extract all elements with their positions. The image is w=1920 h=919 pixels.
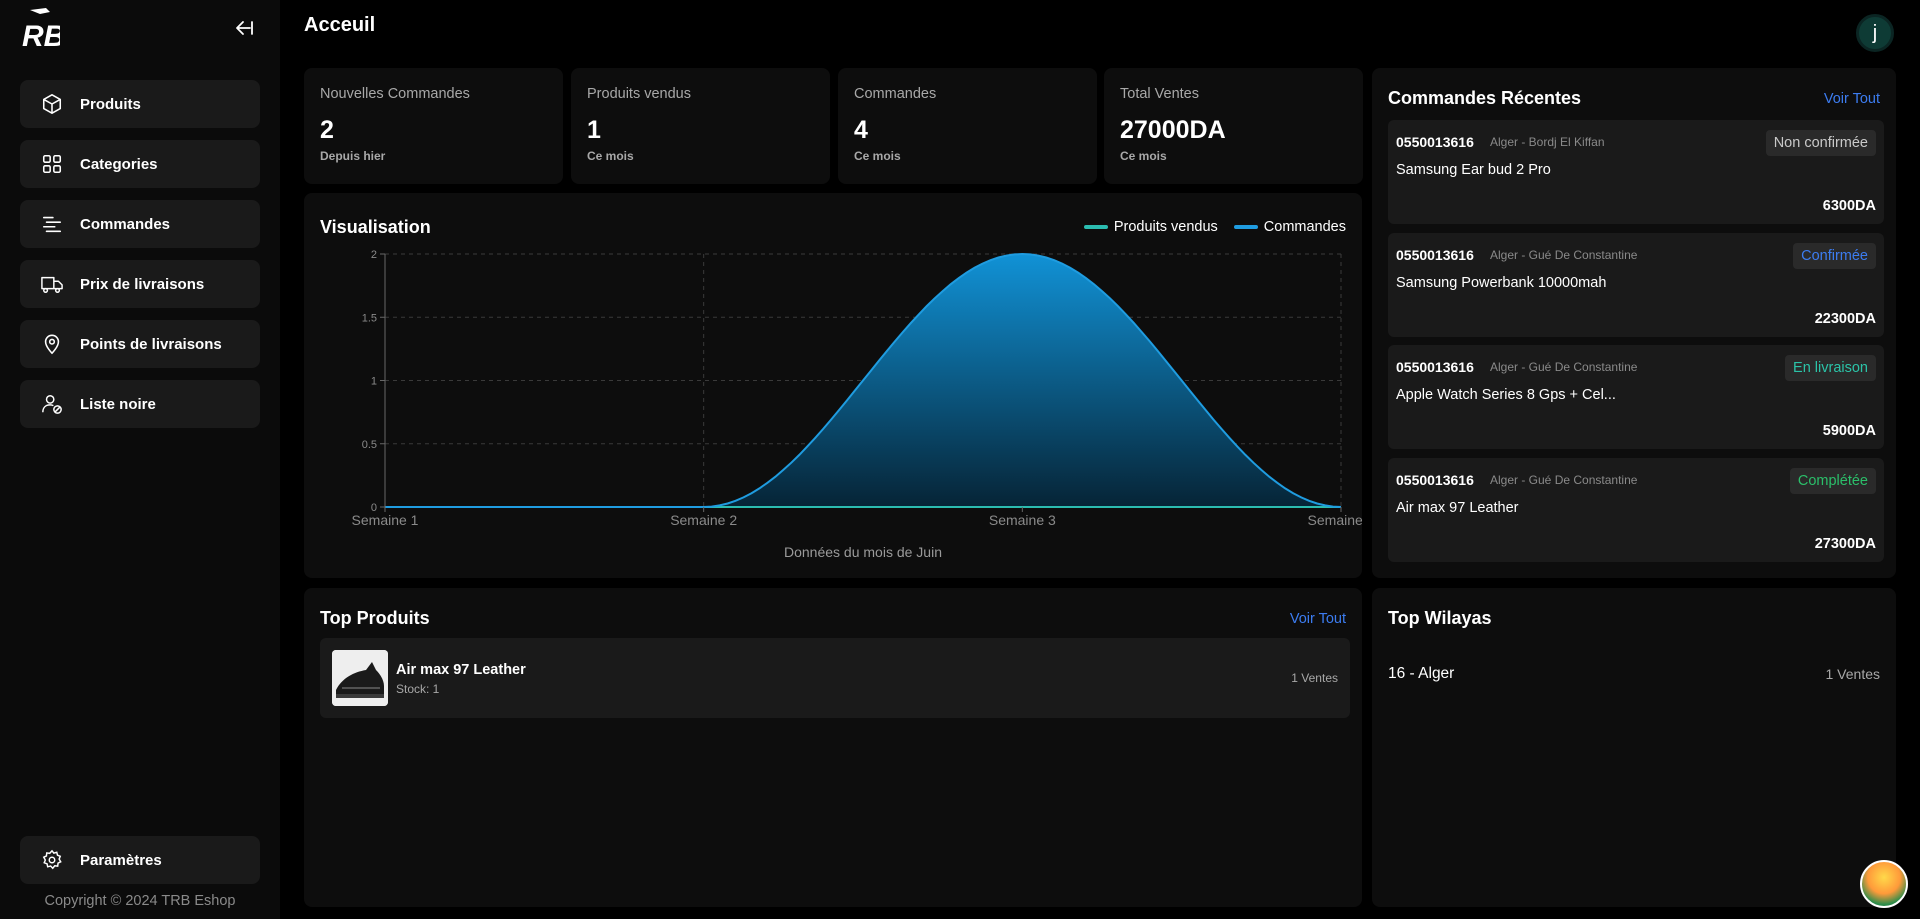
- logo[interactable]: RB: [20, 6, 65, 53]
- stat-title: Total Ventes: [1120, 86, 1199, 102]
- top-wilayas-title: Top Wilayas: [1388, 608, 1492, 628]
- list-icon: [40, 212, 64, 236]
- avatar[interactable]: j: [1856, 14, 1894, 52]
- box-icon: [40, 92, 64, 116]
- product-thumbnail: [332, 650, 388, 706]
- status-badge: Complétée: [1789, 468, 1876, 494]
- x-axis-title: Données du mois de Juin: [784, 544, 942, 560]
- sidebar-item-points-livraisons[interactable]: Points de livraisons: [20, 320, 260, 368]
- top-products-title: Top Produits: [320, 608, 430, 628]
- y-tick-label: 1: [371, 376, 377, 388]
- sidebar-nav: Produits Categories Commandes Prix de li…: [20, 80, 260, 440]
- y-tick-label: 0.5: [362, 439, 377, 451]
- product-row[interactable]: Air max 97 Leather Stock: 1 1 Ventes: [320, 638, 1350, 718]
- stat-value: 1: [587, 116, 601, 144]
- sidebar-item-produits[interactable]: Produits: [20, 80, 260, 128]
- order-product: Samsung Ear bud 2 Pro: [1396, 162, 1551, 178]
- order-location: Alger - Gué De Constantine: [1490, 473, 1638, 487]
- order-price: 22300DA: [1814, 311, 1876, 327]
- recent-orders-see-all-link[interactable]: Voir Tout: [1824, 91, 1880, 107]
- y-tick-label: 2: [371, 249, 377, 261]
- order-phone: 0550013616: [1396, 359, 1474, 375]
- stat-subtitle: Depuis hier: [320, 149, 386, 163]
- visualisation-panel: Visualisation Produits vendus Commandes …: [304, 193, 1362, 578]
- y-tick-label: 1.5: [362, 312, 377, 324]
- sidebar-item-label: Prix de livraisons: [80, 275, 205, 293]
- order-card[interactable]: 0550013616 Alger - Gué De Constantine Co…: [1388, 458, 1884, 562]
- stat-subtitle: Ce mois: [1120, 149, 1167, 163]
- order-location: Alger - Bordj El Kiffan: [1490, 135, 1605, 149]
- order-product: Apple Watch Series 8 Gps + Cel...: [1396, 387, 1616, 403]
- x-tick-label: Semaine 1: [352, 512, 419, 528]
- collapse-arrow-icon: [236, 21, 253, 35]
- stat-value: 4: [854, 116, 868, 144]
- sidebar-item-label: Produits: [80, 95, 141, 113]
- order-price: 5900DA: [1822, 423, 1876, 439]
- sidebar-item-commandes[interactable]: Commandes: [20, 200, 260, 248]
- order-phone: 0550013616: [1396, 472, 1474, 488]
- settings-section: Paramètres: [20, 836, 260, 896]
- stat-card-commandes: Commandes 4 Ce mois: [838, 68, 1097, 184]
- order-card[interactable]: 0550013616 Alger - Bordj El Kiffan Non c…: [1388, 120, 1884, 224]
- stat-subtitle: Ce mois: [854, 149, 901, 163]
- stat-title: Produits vendus: [587, 86, 691, 102]
- order-location: Alger - Gué De Constantine: [1490, 248, 1638, 262]
- stat-value: 2: [320, 116, 334, 144]
- gear-icon: [40, 848, 64, 872]
- order-price: 6300DA: [1822, 198, 1876, 214]
- order-location: Alger - Gué De Constantine: [1490, 360, 1638, 374]
- product-name: Air max 97 Leather: [396, 662, 526, 678]
- map-pin-icon: [40, 332, 64, 356]
- truck-icon: [40, 272, 64, 296]
- copyright: Copyright © 2024 TRB Eshop: [44, 893, 236, 909]
- sidebar-item-categories[interactable]: Categories: [20, 140, 260, 188]
- wilaya-name: 16 - Alger: [1388, 665, 1455, 682]
- x-tick-label: Semaine 3: [989, 512, 1056, 528]
- sidebar-item-label: Paramètres: [80, 851, 162, 869]
- order-phone: 0550013616: [1396, 134, 1474, 150]
- order-price: 27300DA: [1814, 536, 1876, 552]
- stat-subtitle: Ce mois: [587, 149, 634, 163]
- stat-title: Nouvelles Commandes: [320, 86, 470, 102]
- sidebar-item-parametres[interactable]: Paramètres: [20, 836, 260, 884]
- floating-assistant-button[interactable]: [1860, 860, 1908, 908]
- stat-card-nouvelles-commandes: Nouvelles Commandes 2 Depuis hier: [304, 68, 563, 184]
- order-card[interactable]: 0550013616 Alger - Gué De Constantine Co…: [1388, 233, 1884, 337]
- stat-card-produits-vendus: Produits vendus 1 Ce mois: [571, 68, 830, 184]
- user-blocked-icon: [40, 392, 64, 416]
- order-product: Air max 97 Leather: [1396, 500, 1519, 516]
- page-title: Acceuil: [304, 14, 376, 36]
- wilaya-sales: 1 Ventes: [1825, 666, 1881, 682]
- area-chart: 00.511.52Semaine 1 Semaine 2 Semaine 3 Sema…: [352, 249, 1362, 560]
- sidebar-item-label: Commandes: [80, 215, 171, 233]
- top-products-panel: Top Produits Voir Tout Air max 97 Leathe…: [304, 588, 1362, 907]
- grid-icon: [40, 152, 64, 176]
- sidebar-item-prix-livraisons[interactable]: Prix de livraisons: [20, 260, 260, 308]
- order-phone: 0550013616: [1396, 247, 1474, 263]
- product-sales: 1 Ventes: [1291, 671, 1338, 685]
- sidebar-item-label: Points de livraisons: [80, 335, 222, 353]
- x-tick-label: Semaine 4: [1308, 512, 1362, 528]
- logo-text: RB: [22, 20, 60, 50]
- sidebar-item-label: Categories: [80, 155, 158, 173]
- recent-orders-panel: Commandes Récentes Voir Tout 0550013616 …: [1372, 68, 1896, 578]
- status-badge: Confirmée: [1793, 243, 1876, 269]
- x-tick-label: Semaine 2: [670, 512, 737, 528]
- top-wilayas-panel: Top Wilayas 16 - Alger 1 Ventes: [1372, 588, 1896, 907]
- stat-card-total-ventes: Total Ventes 27000DA Ce mois: [1104, 68, 1363, 184]
- top-products-see-all-link[interactable]: Voir Tout: [1290, 611, 1346, 627]
- sidebar: RB Produits Categories Commandes: [0, 0, 280, 919]
- product-stock: Stock: 1: [396, 682, 440, 696]
- recent-orders-title: Commandes Récentes: [1388, 88, 1582, 108]
- sidebar-item-liste-noire[interactable]: Liste noire: [20, 380, 260, 428]
- sidebar-item-label: Liste noire: [80, 395, 156, 413]
- stat-title: Commandes: [854, 86, 937, 102]
- order-card[interactable]: 0550013616 Alger - Gué De Constantine En…: [1388, 345, 1884, 449]
- order-product: Samsung Powerbank 10000mah: [1396, 275, 1607, 291]
- stat-value: 27000DA: [1120, 116, 1226, 144]
- status-badge: En livraison: [1785, 355, 1876, 381]
- status-badge: Non confirmée: [1765, 130, 1876, 156]
- collapse-sidebar-button[interactable]: [232, 16, 256, 40]
